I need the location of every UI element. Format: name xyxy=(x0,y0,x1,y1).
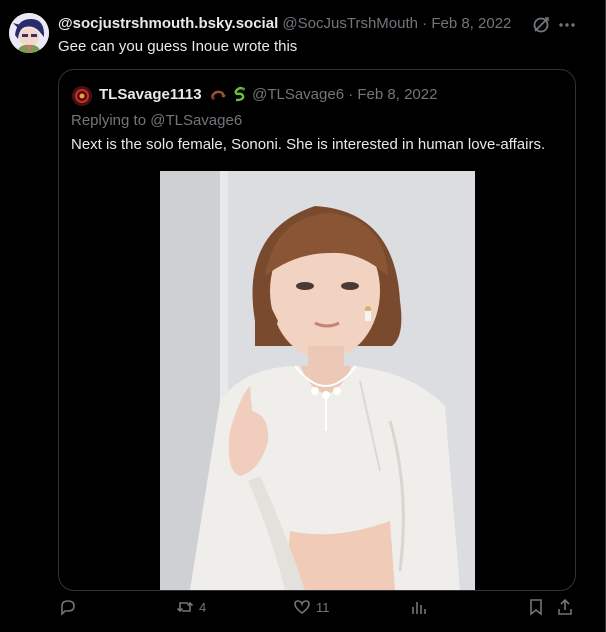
reply-icon xyxy=(61,600,75,616)
views-chart-icon xyxy=(412,602,426,614)
retweet-button[interactable]: 4 xyxy=(176,598,206,616)
bookmark-icon xyxy=(530,599,542,616)
replying-to-line: Replying to @TLSavage6 xyxy=(71,112,242,129)
quoted-date: Feb 8, 2022 xyxy=(357,86,438,103)
retweet-count: 4 xyxy=(199,599,207,615)
quoted-tweet-card[interactable]: TLSavage1113 @TLSavage6 · Feb 8, 2022 Re… xyxy=(58,69,576,591)
quoted-separator-dot: · xyxy=(348,86,354,103)
replying-to-handle: @TLSavage6 xyxy=(150,112,243,129)
quoted-tweet-text: Next is the solo female, Sononi. She is … xyxy=(71,136,546,153)
tweet-text: Gee can you guess Inoue wrote this xyxy=(58,38,298,55)
like-count: 11 xyxy=(316,599,330,615)
avatar-image xyxy=(9,13,49,53)
tweet-date[interactable]: Feb 8, 2022 xyxy=(431,15,511,32)
quoted-photo[interactable] xyxy=(160,171,475,590)
grok-icon[interactable] xyxy=(531,15,551,35)
quoted-display-name: TLSavage1113 xyxy=(99,86,202,103)
like-button[interactable]: 11 xyxy=(293,598,330,616)
author-display-name[interactable]: @socjustrshmouth.bsky.social xyxy=(58,15,278,32)
quoted-header: TLSavage1113 @TLSavage6 · Feb 8, 2022 xyxy=(99,86,437,103)
scorpion-emoji-icon xyxy=(210,90,226,100)
more-options-icon[interactable] xyxy=(557,15,577,35)
reply-button[interactable] xyxy=(59,598,77,616)
author-handle[interactable]: @SocJusTrshMouth xyxy=(282,15,418,32)
avatar[interactable] xyxy=(9,13,49,53)
quoted-avatar xyxy=(72,86,92,106)
heart-icon xyxy=(294,600,310,614)
replying-to-prefix: Replying to xyxy=(71,112,147,129)
share-button[interactable] xyxy=(556,598,574,616)
tweet-header: @socjustrshmouth.bsky.social @SocJusTrsh… xyxy=(58,15,511,32)
bookmark-button[interactable] xyxy=(527,598,545,616)
quoted-handle: @TLSavage6 xyxy=(252,86,345,103)
quoted-avatar-image xyxy=(72,86,92,106)
views-button[interactable] xyxy=(410,598,428,616)
retweet-icon xyxy=(176,601,194,613)
share-icon xyxy=(558,598,572,615)
snake-emoji-icon xyxy=(234,86,245,102)
separator-dot: · xyxy=(422,15,428,32)
photo-image xyxy=(160,171,475,590)
action-bar: 4 11 xyxy=(0,598,606,628)
